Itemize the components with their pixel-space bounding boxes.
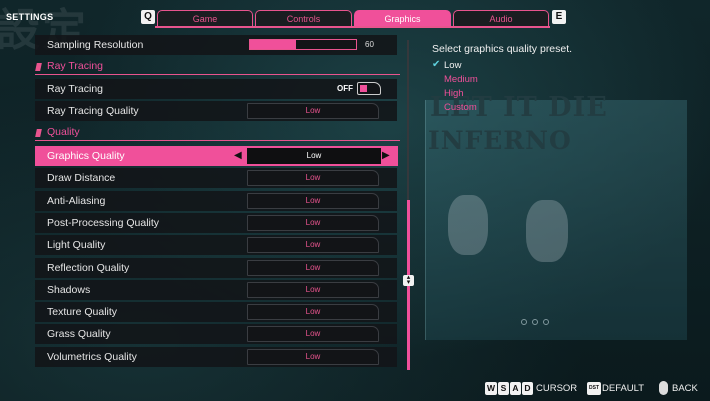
cursor-hint: CURSOR: [536, 383, 578, 394]
setting-value-box[interactable]: Low: [247, 326, 379, 342]
setting-sampling-resolution[interactable]: Sampling Resolution 60: [35, 35, 397, 55]
setting-value-box[interactable]: Low: [247, 304, 379, 320]
setting-reflection-quality[interactable]: Reflection Quality Low: [35, 258, 397, 278]
prev-tab-key[interactable]: Q: [141, 10, 155, 24]
setting-label: Draw Distance: [47, 172, 116, 184]
setting-value-box[interactable]: Low: [247, 215, 379, 231]
setting-label: Volumetrics Quality: [47, 351, 137, 363]
tab-underline: [155, 26, 550, 28]
next-tab-key[interactable]: E: [552, 10, 566, 24]
arrow-right-icon[interactable]: ▶: [382, 149, 390, 163]
default-hint[interactable]: DEFAULT: [602, 383, 644, 394]
setting-label: Post-Processing Quality: [47, 217, 160, 229]
setting-texture-quality[interactable]: Texture Quality Low: [35, 302, 397, 322]
setting-anti-aliasing[interactable]: Anti-Aliasing Low: [35, 191, 397, 211]
setting-volumetrics-quality[interactable]: Volumetrics Quality Low: [35, 347, 397, 367]
section-divider: [35, 140, 400, 141]
mouse-icon: [659, 381, 668, 395]
key-d: D: [522, 382, 533, 395]
preset-option-low: Low: [444, 60, 462, 71]
setting-value-box[interactable]: Low: [247, 193, 379, 209]
setting-label: Sampling Resolution: [47, 39, 144, 51]
key-w: W: [485, 382, 498, 395]
sampling-slider[interactable]: [249, 39, 357, 50]
setting-label: Graphics Quality: [47, 150, 125, 162]
setting-ray-tracing-quality[interactable]: Ray Tracing Quality Low: [35, 101, 397, 121]
setting-label: Shadows: [47, 284, 91, 296]
setting-label: Ray Tracing: [47, 83, 104, 95]
setting-label: Reflection Quality: [47, 262, 130, 274]
setting-value-box[interactable]: Low: [247, 282, 379, 298]
setting-label: Ray Tracing Quality: [47, 105, 139, 117]
setting-value-box[interactable]: Low: [247, 260, 379, 276]
preset-option-medium: Medium: [444, 74, 478, 85]
key-s: S: [498, 382, 509, 395]
setting-label: Texture Quality: [47, 306, 118, 318]
page-title: SETTINGS: [6, 12, 54, 22]
preset-option-custom: Custom: [444, 102, 477, 113]
checkmark-icon: ✔: [432, 59, 441, 70]
scroll-handle-icon[interactable]: ▴ ▾: [403, 274, 414, 286]
toggle-state: OFF: [337, 84, 353, 93]
section-marker-icon: [35, 129, 42, 137]
description-text: Select graphics quality preset.: [432, 43, 573, 55]
setting-draw-distance[interactable]: Draw Distance Low: [35, 168, 397, 188]
setting-post-processing-quality[interactable]: Post-Processing Quality Low: [35, 213, 397, 233]
tab-graphics[interactable]: Graphics: [354, 10, 451, 27]
preset-option-high: High: [444, 88, 464, 99]
setting-value-box[interactable]: Low: [247, 349, 379, 365]
section-divider: [35, 74, 400, 75]
arrow-left-icon[interactable]: ◀: [234, 149, 242, 163]
key-a: A: [510, 382, 521, 395]
section-label: Ray Tracing: [47, 60, 104, 72]
setting-label: Light Quality: [47, 239, 106, 251]
setting-value-box[interactable]: Low: [247, 237, 379, 253]
setting-graphics-quality[interactable]: Graphics Quality ◀ Low ▶: [35, 146, 398, 166]
section-ray-tracing: Ray Tracing: [35, 59, 400, 75]
setting-light-quality[interactable]: Light Quality Low: [35, 235, 397, 255]
ray-tracing-toggle[interactable]: [357, 82, 381, 95]
slider-value: 60: [365, 40, 374, 49]
default-key: DST: [587, 382, 601, 395]
setting-value-box[interactable]: Low: [247, 103, 379, 119]
back-hint[interactable]: BACK: [672, 383, 698, 394]
setting-ray-tracing[interactable]: Ray Tracing OFF: [35, 79, 397, 99]
section-marker-icon: [35, 63, 42, 71]
setting-value-box[interactable]: Low: [247, 148, 381, 164]
setting-label: Grass Quality: [47, 328, 111, 340]
description-panel: Select graphics quality preset. ✔ Low Me…: [424, 40, 704, 370]
setting-label: Anti-Aliasing: [47, 195, 106, 207]
tab-controls[interactable]: Controls: [255, 10, 352, 27]
toggle-knob: [360, 85, 367, 92]
setting-grass-quality[interactable]: Grass Quality Low: [35, 324, 397, 344]
section-label: Quality: [47, 126, 80, 138]
section-quality: Quality: [35, 125, 400, 141]
setting-shadows[interactable]: Shadows Low: [35, 280, 397, 300]
setting-value-box[interactable]: Low: [247, 170, 379, 186]
tab-game[interactable]: Game: [157, 10, 253, 27]
slider-fill: [250, 40, 296, 49]
tab-audio[interactable]: Audio: [453, 10, 549, 27]
